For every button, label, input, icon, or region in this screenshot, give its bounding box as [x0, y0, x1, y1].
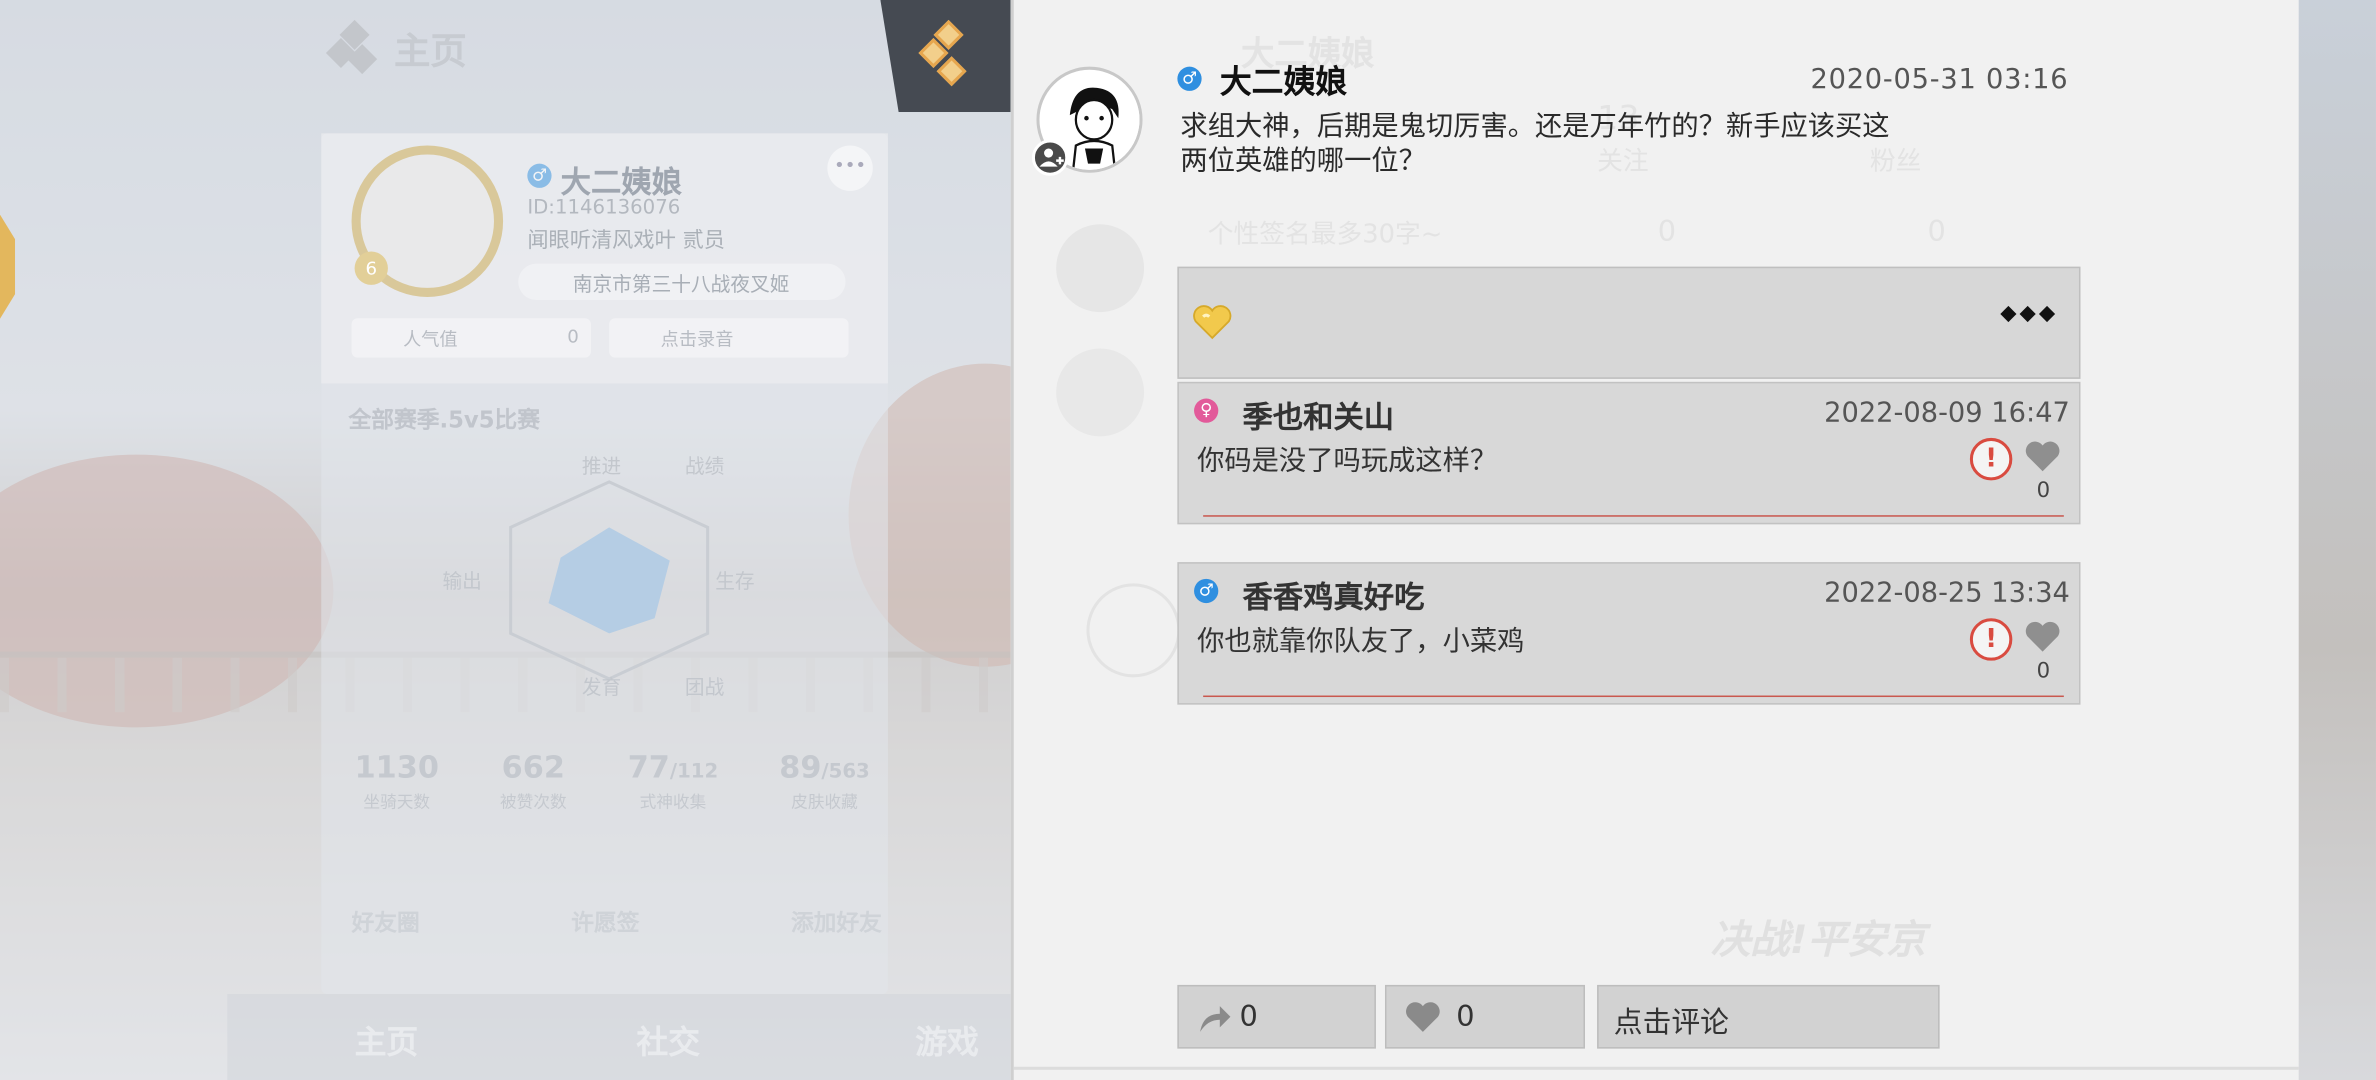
profile-name: 大二姨娘: [560, 163, 682, 201]
like-heart-icon[interactable]: [2024, 621, 2060, 654]
more-options-icon[interactable]: ◆◆◆: [2000, 302, 2076, 347]
ability-radar-chart: 推进 战绩 生存 团战 发育 输出: [442, 455, 754, 699]
close-panel-button[interactable]: [880, 0, 1011, 113]
stat-item: 89/563 皮肤收藏: [779, 748, 870, 813]
stats-row: 1130 坐骑天数 662 被赞次数 77/112 式神收集 89/563 皮肤收藏: [355, 749, 870, 814]
more-options-button: •••: [827, 145, 873, 191]
background-profile-page: 主页 6 ♂ 大二姨娘 ID:1146136076 闻眼听清风戏叶 贰员 南京市…: [0, 0, 1011, 1080]
nav-home: 主页: [354, 1024, 419, 1061]
home-title: 主页: [393, 30, 467, 73]
male-icon: ♂: [527, 163, 552, 188]
report-icon[interactable]: !: [1969, 618, 2013, 661]
comment-author[interactable]: 香香鸡真好吃: [1243, 573, 1425, 617]
home-logo-icon: [325, 19, 378, 74]
home-header: 主页: [325, 19, 467, 74]
comment-timestamp: 2022-08-25 13:34: [1824, 577, 2070, 610]
post-content: 求组大神，后期是鬼切厉害。还是万年竹的？新手应该买这两位英雄的哪一位？: [1180, 110, 1890, 178]
male-icon: ♂: [1194, 578, 1219, 604]
comment-placeholder: 点击评论: [1613, 1006, 1729, 1040]
guild-badge: 南京市第三十八战夜叉姬: [518, 263, 846, 301]
comment-like-count: 0: [2036, 478, 2051, 504]
post-author-name[interactable]: 大二姨娘: [1220, 58, 1347, 103]
radar-label: 推进: [582, 455, 621, 478]
report-icon[interactable]: !: [1969, 437, 2013, 481]
popularity-pill: 人气值 0: [351, 318, 591, 358]
like-heart-icon[interactable]: [2024, 441, 2060, 474]
radar-label: 发育: [582, 676, 621, 699]
female-icon: ♀: [1194, 398, 1219, 423]
share-count: 0: [1239, 1000, 1258, 1034]
post-timestamp: 2020-05-31 03:16: [1810, 63, 2069, 96]
level-badge: 6: [354, 251, 388, 285]
like-count: 0: [1456, 1000, 1475, 1034]
add-friend-icon[interactable]: [1031, 139, 1069, 176]
stat-item: 1130 坐骑天数: [354, 748, 439, 813]
comment-like-count: 0: [2036, 659, 2051, 684]
comment-text: 你码是没了吗玩成这样？: [1197, 445, 1498, 478]
radar-label: 团战: [685, 676, 725, 699]
radar-label: 输出: [442, 570, 481, 593]
comment-item: ♀ 季也和关山 2022-08-09 16:47 你码是没了吗玩成这样？ ! 0: [1177, 381, 2081, 525]
wish-button: 许愿签: [571, 909, 640, 937]
bottom-nav: 主页 社交 游戏: [227, 994, 1011, 1080]
comment-author[interactable]: 季也和关山: [1243, 392, 1395, 436]
add-friend-button: 添加好友: [790, 909, 882, 937]
voice-record-pill: 点击录音: [609, 318, 849, 358]
radar-label: 战绩: [685, 455, 724, 478]
like-button[interactable]: 0: [1384, 984, 1586, 1049]
share-icon: [1200, 1006, 1231, 1032]
heart-icon: [1406, 1002, 1440, 1032]
friend-circle-button: 好友圈: [351, 909, 420, 937]
profile-id: ID:1146136076: [527, 196, 681, 220]
profile-signature: 闻眼听清风戏叶 贰员: [527, 228, 726, 254]
stat-item: 77/112 式神收集: [627, 748, 719, 813]
post-detail-panel: 大二姨娘 13 关注 粉丝 个性签名最多30字~ 0 0 决战!平安京 ♂ 大二…: [1010, 0, 2299, 1080]
nav-game: 游戏: [915, 1024, 979, 1061]
post-toolbar: ◆◆◆: [1177, 266, 2081, 379]
share-button[interactable]: 0: [1177, 984, 1376, 1049]
comment-text: 你也就靠你队友了，小菜鸡: [1197, 625, 1525, 658]
comment-input[interactable]: 点击评论: [1597, 984, 1940, 1049]
radar-label: 生存: [715, 570, 754, 593]
male-icon: ♂: [1177, 66, 1202, 91]
season-title: 全部赛季.5v5比赛: [348, 406, 540, 434]
profile-card: 6 ♂ 大二姨娘 ID:1146136076 闻眼听清风戏叶 贰员 南京市第三十…: [321, 133, 888, 995]
gold-heart-icon[interactable]: [1191, 305, 1233, 341]
comment-item: ♂ 香香鸡真好吃 2022-08-25 13:34 你也就靠你队友了，小菜鸡 !…: [1177, 562, 2081, 705]
background-edge: [2298, 0, 2376, 1080]
nav-social: 社交: [636, 1024, 701, 1061]
comment-timestamp: 2022-08-09 16:47: [1824, 397, 2070, 429]
stat-item: 662 被赞次数: [499, 748, 567, 813]
